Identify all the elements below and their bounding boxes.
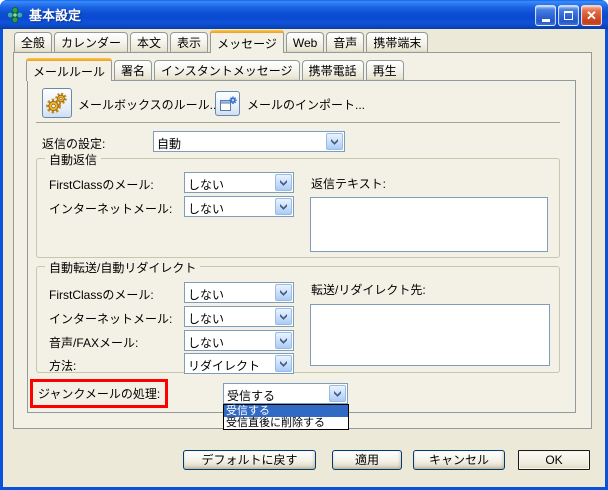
fwd-internet-label: インターネットメール: bbox=[49, 310, 172, 327]
app-icon bbox=[7, 7, 23, 23]
fwd-firstclass-label: FirstClassのメール: bbox=[49, 286, 154, 303]
mail-import-button[interactable] bbox=[215, 91, 240, 116]
reply-text-label: 返信テキスト: bbox=[311, 175, 386, 192]
apply-button[interactable]: 適用 bbox=[332, 450, 402, 470]
junk-mail-value: 受信する bbox=[227, 387, 327, 404]
tab-playback[interactable]: 再生 bbox=[366, 60, 404, 80]
auto-reply-internet-select[interactable]: しない bbox=[184, 196, 294, 217]
tab-body[interactable]: 本文 bbox=[130, 32, 168, 52]
reply-setting-label: 返信の設定: bbox=[42, 135, 105, 152]
chevron-down-icon[interactable] bbox=[275, 174, 292, 191]
maximize-button[interactable] bbox=[558, 5, 579, 26]
minimize-button[interactable] bbox=[535, 5, 556, 26]
reply-setting-value: 自動 bbox=[157, 135, 324, 152]
forward-voice-fax-select[interactable]: しない bbox=[184, 330, 294, 351]
forward-to-label: 転送/リダイレクト先: bbox=[311, 281, 426, 298]
divider bbox=[36, 122, 560, 123]
junk-mail-label-highlighted: ジャンクメールの処理: bbox=[30, 379, 168, 408]
mail-import-label: メールのインポート... bbox=[247, 96, 365, 113]
tab-bar-sub: メールルール 署名 インスタントメッセージ 携帯電話 再生 bbox=[26, 58, 404, 80]
mailbox-rules-label: メールボックスのルール... bbox=[78, 96, 220, 113]
restore-defaults-button[interactable]: デフォルトに戻す bbox=[183, 450, 316, 470]
titlebar: 基本設定 ✕ bbox=[0, 0, 608, 29]
tab-general[interactable]: 全般 bbox=[14, 32, 52, 52]
junk-mail-dropdown-list: 受信する 受信直後に削除する bbox=[223, 404, 349, 430]
reply-setting-select[interactable]: 自動 bbox=[153, 131, 345, 152]
chevron-down-icon[interactable] bbox=[326, 133, 343, 150]
auto-forward-group-title: 自動転送/自動リダイレクト bbox=[45, 259, 200, 276]
tab-mobile[interactable]: 携帯端末 bbox=[366, 32, 428, 52]
cancel-button[interactable]: キャンセル bbox=[413, 450, 505, 470]
maximize-icon bbox=[564, 11, 573, 20]
fwd-method-label: 方法: bbox=[49, 357, 76, 374]
chevron-down-icon[interactable] bbox=[275, 332, 292, 349]
tab-signature[interactable]: 署名 bbox=[114, 60, 152, 80]
forward-firstclass-value: しない bbox=[188, 286, 273, 303]
window-gear-icon bbox=[219, 95, 237, 113]
tab-message[interactable]: メッセージ bbox=[210, 30, 284, 53]
minimize-icon bbox=[542, 19, 550, 22]
junk-option-delete-after-receive[interactable]: 受信直後に削除する bbox=[224, 417, 348, 429]
tab-bar-main: 全般 カレンダー 本文 表示 メッセージ Web 音声 携帯端末 bbox=[14, 30, 428, 52]
close-button[interactable]: ✕ bbox=[581, 5, 602, 26]
chevron-down-icon[interactable] bbox=[329, 385, 346, 402]
internet-mail-label: インターネットメール: bbox=[49, 200, 172, 217]
gears-icon bbox=[44, 90, 70, 116]
forward-method-value: リダイレクト bbox=[188, 357, 273, 374]
tab-calendar[interactable]: カレンダー bbox=[54, 32, 128, 52]
fwd-voice-fax-label: 音声/FAXメール: bbox=[49, 334, 138, 351]
forward-to-input[interactable] bbox=[310, 304, 550, 366]
ok-button[interactable]: OK bbox=[518, 450, 590, 470]
chevron-down-icon[interactable] bbox=[275, 198, 292, 215]
forward-firstclass-select[interactable]: しない bbox=[184, 282, 294, 303]
junk-option-receive[interactable]: 受信する bbox=[224, 405, 348, 417]
tab-voice[interactable]: 音声 bbox=[326, 32, 364, 52]
tab-mobile-phone[interactable]: 携帯電話 bbox=[302, 60, 364, 80]
mailbox-rules-button[interactable] bbox=[42, 88, 72, 118]
auto-reply-firstclass-select[interactable]: しない bbox=[184, 172, 294, 193]
tab-web[interactable]: Web bbox=[286, 32, 324, 52]
auto-reply-group-title: 自動返信 bbox=[45, 151, 101, 168]
forward-method-select[interactable]: リダイレクト bbox=[184, 353, 294, 374]
chevron-down-icon[interactable] bbox=[275, 355, 292, 372]
tab-instant-message[interactable]: インスタントメッセージ bbox=[154, 60, 300, 80]
forward-internet-select[interactable]: しない bbox=[184, 306, 294, 327]
reply-text-input[interactable] bbox=[310, 197, 548, 252]
forward-voice-fax-value: しない bbox=[188, 334, 273, 351]
dialog-body: 全般 カレンダー 本文 表示 メッセージ Web 音声 携帯端末 メールルール … bbox=[3, 29, 605, 487]
auto-forward-group: 自動転送/自動リダイレクト FirstClassのメール: しない インターネッ… bbox=[36, 266, 560, 373]
forward-internet-value: しない bbox=[188, 310, 273, 327]
close-icon: ✕ bbox=[586, 8, 597, 24]
auto-reply-group: 自動返信 FirstClassのメール: しない インターネットメール: しない… bbox=[36, 158, 560, 258]
junk-mail-select[interactable]: 受信する bbox=[223, 383, 348, 404]
chevron-down-icon[interactable] bbox=[275, 284, 292, 301]
firstclass-mail-label: FirstClassのメール: bbox=[49, 176, 154, 193]
auto-reply-firstclass-value: しない bbox=[188, 176, 273, 193]
auto-reply-internet-value: しない bbox=[188, 200, 273, 217]
preferences-window: 基本設定 ✕ 全般 カレンダー 本文 表示 メッセージ Web 音声 携帯端末 … bbox=[0, 0, 608, 490]
window-title: 基本設定 bbox=[29, 5, 81, 24]
tab-view[interactable]: 表示 bbox=[170, 32, 208, 52]
chevron-down-icon[interactable] bbox=[275, 308, 292, 325]
tab-mail-rules[interactable]: メールルール bbox=[26, 58, 112, 81]
